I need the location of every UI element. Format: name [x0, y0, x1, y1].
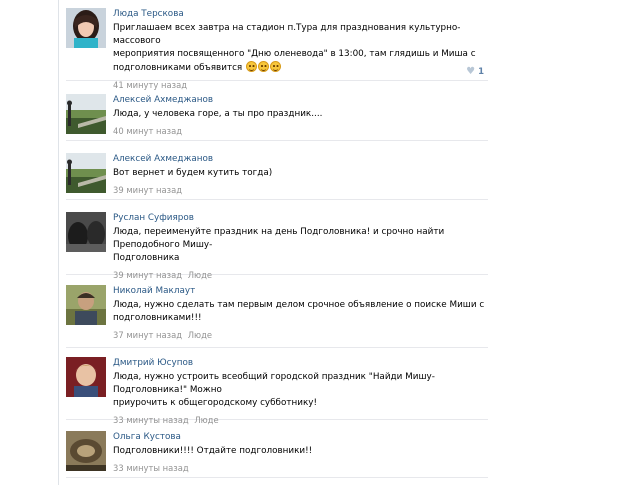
- comment-text: Люда, нужно устроить всеобщий городской …: [113, 372, 435, 408]
- comment-meta: 40 минут назад: [113, 125, 488, 137]
- comment-time[interactable]: 41 минуту назад: [113, 80, 187, 90]
- left-margin: [0, 0, 58, 485]
- comment-author[interactable]: Алексей Ахмеджанов: [113, 153, 488, 165]
- ornament-avatar[interactable]: [66, 431, 106, 471]
- comment-meta: 39 минут назад Люде: [113, 269, 488, 281]
- comment-item: Николай Маклаут Люда, нужно сделать там …: [66, 285, 488, 348]
- comment-item: Люда Терскова Приглашаем всех завтра на …: [66, 8, 488, 90]
- comment-item: Ольга Кустова Подголовники!!!! Отдайте п…: [66, 431, 488, 478]
- dark-photo-avatar[interactable]: [66, 212, 106, 252]
- comment-meta: 39 минут назад: [113, 184, 488, 196]
- reply-to-link[interactable]: Люде: [194, 415, 218, 425]
- right-margin: [503, 0, 640, 485]
- comment-author[interactable]: Руслан Суфияров: [113, 212, 488, 224]
- comment-time[interactable]: 37 минут назад: [113, 330, 182, 340]
- reply-to-link[interactable]: Люде: [188, 270, 212, 280]
- child-avatar[interactable]: [66, 357, 106, 397]
- heart-icon: ♥: [466, 66, 476, 77]
- smile-emoji-icon: [258, 61, 269, 72]
- comment-item: Дмитрий Юсупов Люда, нужно устроить всео…: [66, 357, 488, 425]
- like-button[interactable]: ♥ 1: [466, 66, 484, 77]
- comment-author[interactable]: Люда Терскова: [113, 8, 488, 20]
- comment-meta: 41 минуту назад: [113, 79, 488, 91]
- comment-time[interactable]: 40 минут назад: [113, 126, 182, 136]
- comment-meta: 37 минут назад Люде: [113, 329, 488, 341]
- reply-to-link[interactable]: Люде: [188, 330, 212, 340]
- smile-emoji-icon: [270, 61, 281, 72]
- comment-author[interactable]: Ольга Кустова: [113, 431, 488, 443]
- comment-text: Вот вернет и будем кутить тогда): [113, 168, 273, 178]
- girl-avatar[interactable]: [66, 8, 106, 48]
- comment-item: Алексей Ахмеджанов Вот вернет и будем ку…: [66, 153, 488, 200]
- comment-text: Люда, нужно сделать там первым делом сро…: [113, 300, 485, 323]
- comment-meta: 33 минуты назад Люде: [113, 414, 488, 426]
- comment-time[interactable]: 33 минуты назад: [113, 463, 189, 473]
- comment-item: Руслан Суфияров Люда, переименуйте празд…: [66, 212, 488, 280]
- like-count: 1: [478, 67, 484, 77]
- landscape-avatar[interactable]: [66, 153, 106, 193]
- comment-text: Люда, переименуйте праздник на день Подг…: [113, 227, 445, 263]
- comment-meta: 33 минуты назад: [113, 462, 488, 474]
- comment-time[interactable]: 39 минут назад: [113, 185, 182, 195]
- smile-emoji-icon: [246, 61, 257, 72]
- comment-text: Люда, у человека горе, а ты про праздник…: [113, 109, 323, 119]
- comment-text: Приглашаем всех завтра на стадион п.Тура…: [113, 23, 476, 73]
- landscape-avatar[interactable]: [66, 94, 106, 134]
- comment-author[interactable]: Дмитрий Юсупов: [113, 357, 488, 369]
- comment-text: Подголовники!!!! Отдайте подголовники!!: [113, 446, 313, 456]
- comment-time[interactable]: 33 минуты назад: [113, 415, 189, 425]
- comment-author[interactable]: Николай Маклаут: [113, 285, 488, 297]
- comment-item: Алексей Ахмеджанов Люда, у человека горе…: [66, 94, 488, 141]
- comment-author[interactable]: Алексей Ахмеджанов: [113, 94, 488, 106]
- man-avatar[interactable]: [66, 285, 106, 325]
- comment-time[interactable]: 39 минут назад: [113, 270, 182, 280]
